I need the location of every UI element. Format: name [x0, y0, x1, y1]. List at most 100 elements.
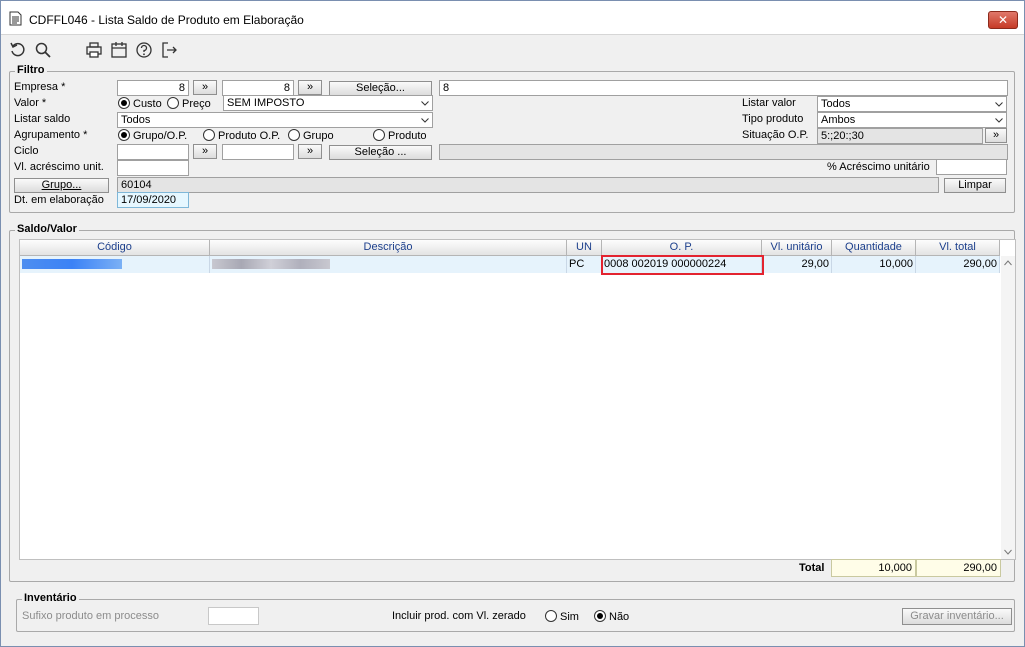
incluir-zerado-label: Incluir prod. com Vl. zerado: [392, 610, 526, 622]
search-icon[interactable]: [34, 41, 52, 59]
tipo-produto-select[interactable]: Ambos: [817, 112, 1007, 128]
empresa-to-button[interactable]: »: [298, 80, 322, 95]
chevron-down-icon: [421, 118, 429, 123]
ciclo-to-input[interactable]: [222, 144, 294, 160]
preco-label: Preço: [182, 98, 211, 110]
filtro-title: Filtro: [15, 64, 47, 76]
listar-valor-select[interactable]: Todos: [817, 96, 1007, 112]
window-title: CDFFL046 - Lista Saldo de Produto em Ela…: [29, 13, 304, 27]
dt-elaboracao-input[interactable]: 17/09/2020: [117, 192, 189, 208]
nao-label: Não: [609, 611, 630, 623]
inventario-title: Inventário: [22, 592, 79, 604]
agr-grupo-radio[interactable]: [288, 129, 300, 141]
empresa-from-input[interactable]: 8: [117, 80, 189, 96]
main-window: CDFFL046 - Lista Saldo de Produto em Ela…: [0, 0, 1025, 647]
col-header-un[interactable]: UN: [567, 240, 602, 256]
listar-valor-label: Listar valor: [742, 97, 796, 109]
sim-label: Sim: [560, 611, 579, 623]
op-highlight-box: [601, 255, 764, 275]
col-header-vl-unitario[interactable]: Vl. unitário: [762, 240, 832, 256]
pct-acrescimo-label: % Acréscimo unitário: [827, 161, 930, 173]
title-bar: CDFFL046 - Lista Saldo de Produto em Ela…: [1, 1, 1024, 35]
vertical-scrollbar[interactable]: [1001, 256, 1015, 559]
redacted-description: [212, 259, 330, 269]
empresa-label: Empresa *: [14, 81, 66, 93]
empresa-selecao-input[interactable]: 8: [439, 80, 1008, 96]
preco-radio[interactable]: [167, 97, 179, 109]
valor-label: Valor *: [14, 97, 47, 109]
chevron-down-icon: [995, 118, 1003, 123]
situacao-op-input: 5:;20:;30: [817, 128, 983, 144]
vl-acrescimo-input[interactable]: [117, 160, 189, 176]
ciclo-selecao-input: [439, 144, 1008, 160]
gravar-inventario-button[interactable]: Gravar inventário...: [902, 608, 1012, 625]
tipo-produto-label: Tipo produto: [742, 113, 804, 125]
listar-saldo-value: Todos: [121, 114, 151, 126]
col-header-vl-total[interactable]: Vl. total: [916, 240, 1000, 256]
col-header-codigo[interactable]: Código: [20, 240, 210, 256]
cell-vl-total[interactable]: 290,00: [916, 256, 1000, 273]
cell-codigo[interactable]: [20, 256, 210, 273]
agr-produto-op-radio[interactable]: [203, 129, 215, 141]
close-icon: ✕: [997, 13, 1009, 27]
cell-un[interactable]: PC: [567, 256, 602, 273]
ciclo-selecao-button[interactable]: Seleção ...: [329, 145, 432, 160]
custo-label: Custo: [133, 98, 162, 110]
exit-icon[interactable]: [160, 41, 178, 59]
empresa-selecao-button[interactable]: Seleção...: [329, 81, 432, 96]
agrupamento-label: Agrupamento *: [14, 129, 88, 141]
saldo-valor-title: Saldo/Valor: [15, 223, 79, 235]
toolbar: [1, 37, 1024, 63]
ciclo-from-button[interactable]: »: [193, 144, 217, 159]
cell-vl-unitario[interactable]: 29,00: [762, 256, 832, 273]
calendar-icon[interactable]: [110, 41, 128, 59]
valor-select-value: SEM IMPOSTO: [227, 97, 305, 109]
valor-select[interactable]: SEM IMPOSTO: [223, 95, 433, 111]
nao-radio[interactable]: [594, 610, 606, 622]
col-header-descricao[interactable]: Descrição: [210, 240, 567, 256]
redacted-code: [22, 259, 122, 269]
saldo-table: Código Descrição UN O. P. Vl. unitário Q…: [19, 239, 1016, 560]
listar-saldo-label: Listar saldo: [14, 113, 71, 125]
ciclo-label: Ciclo: [14, 145, 39, 157]
sim-radio[interactable]: [545, 610, 557, 622]
tipo-produto-value: Ambos: [821, 114, 856, 126]
pct-acrescimo-input[interactable]: [936, 159, 1007, 175]
agr-grupo-label: Grupo: [303, 130, 334, 142]
print-icon[interactable]: [85, 41, 103, 59]
agr-grupo-op-label: Grupo/O.P.: [133, 130, 188, 142]
cell-quantidade[interactable]: 10,000: [832, 256, 916, 273]
vl-acrescimo-label: Vl. acréscimo unit.: [14, 161, 104, 173]
empresa-from-button[interactable]: »: [193, 80, 217, 95]
chevron-down-icon[interactable]: [1004, 549, 1012, 555]
col-header-quantidade[interactable]: Quantidade: [832, 240, 916, 256]
dt-elaboracao-label: Dt. em elaboração: [14, 194, 104, 206]
situacao-op-label: Situação O.P.: [742, 129, 809, 141]
limpar-button[interactable]: Limpar: [944, 178, 1006, 193]
chevron-up-icon[interactable]: [1004, 260, 1012, 266]
help-icon[interactable]: [135, 41, 153, 59]
total-label: Total: [799, 562, 825, 574]
col-header-op[interactable]: O. P.: [602, 240, 762, 256]
custo-radio[interactable]: [118, 97, 130, 109]
situacao-op-button[interactable]: »: [985, 128, 1007, 143]
refresh-icon[interactable]: [9, 41, 27, 59]
total-valor: 290,00: [916, 559, 1001, 577]
grupo-input: 60104: [117, 177, 939, 193]
agr-produto-label: Produto: [388, 130, 427, 142]
agr-produto-op-label: Produto O.P.: [218, 130, 281, 142]
agr-produto-radio[interactable]: [373, 129, 385, 141]
agr-grupo-op-radio[interactable]: [118, 129, 130, 141]
ciclo-from-input[interactable]: [117, 144, 189, 160]
empresa-to-input[interactable]: 8: [222, 80, 294, 96]
grupo-button-label: Grupo...: [41, 179, 82, 191]
ciclo-to-button[interactable]: »: [298, 144, 322, 159]
listar-valor-value: Todos: [821, 98, 851, 110]
close-button[interactable]: ✕: [988, 11, 1018, 29]
cell-descricao[interactable]: [210, 256, 567, 273]
grupo-button[interactable]: Grupo...: [14, 178, 109, 193]
sufixo-label: Sufixo produto em processo: [22, 610, 159, 622]
listar-saldo-select[interactable]: Todos: [117, 112, 433, 128]
sufixo-input[interactable]: [208, 607, 259, 625]
document-icon: [9, 11, 22, 26]
